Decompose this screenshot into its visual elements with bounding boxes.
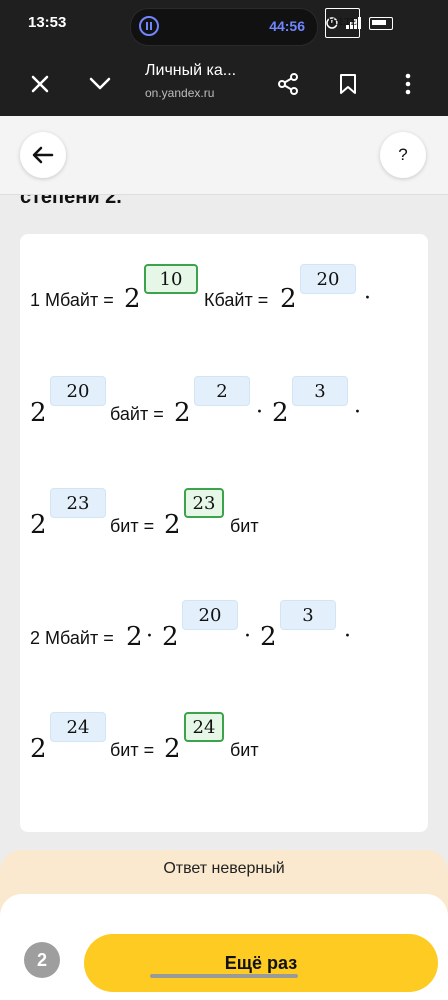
close-icon xyxy=(31,75,49,93)
exponent-input[interactable]: 23 xyxy=(50,488,106,518)
equation-row-1: 1 Мбайт = 2 10 Кбайт = 2 20 · xyxy=(30,264,420,334)
unit-text: бит xyxy=(230,516,259,536)
exponent-input[interactable]: 20 xyxy=(50,376,106,406)
home-indicator[interactable] xyxy=(150,974,298,978)
exponent-input[interactable]: 3 xyxy=(280,600,336,630)
unit-text: бит = xyxy=(110,516,155,536)
task-card: 1 Мбайт = 2 10 Кбайт = 2 20 · 2 20 байт … xyxy=(20,234,428,832)
collapse-button[interactable] xyxy=(82,66,118,102)
bookmark-button[interactable] xyxy=(330,66,366,102)
bookmark-icon xyxy=(340,74,356,94)
unit-text: бит = xyxy=(110,740,155,760)
arrow-left-icon xyxy=(32,146,54,164)
status-bar: 13:53 44:56 VoLTE xyxy=(0,0,448,52)
exponent-input[interactable]: 24 xyxy=(50,712,106,742)
share-button[interactable] xyxy=(270,66,306,102)
equation-row-3: 2 23 бит = 2 23 бит xyxy=(30,488,420,558)
unit-text: бит xyxy=(230,740,259,760)
lesson-navbar: ? xyxy=(0,116,448,195)
base: 2 xyxy=(162,622,179,652)
unit-text: Кбайт = xyxy=(204,290,269,310)
base: 2 xyxy=(30,734,47,764)
multiply-dot: · xyxy=(344,624,351,649)
base: 2 xyxy=(30,510,47,540)
browser-toolbar: Личный ка... on.yandex.ru xyxy=(0,52,448,116)
base: 2 xyxy=(164,510,181,540)
base: 2 xyxy=(174,398,191,428)
exponent-input[interactable]: 2 xyxy=(194,376,250,406)
row-label: 2 Мбайт = xyxy=(30,628,114,648)
page-title: Личный ка... xyxy=(145,62,237,79)
more-menu-button[interactable] xyxy=(390,66,426,102)
base: 2 xyxy=(164,734,181,764)
recording-timer: 44:56 xyxy=(269,18,305,34)
base: 2 xyxy=(124,284,141,314)
row-label: 1 Мбайт = xyxy=(30,290,114,310)
close-tab-button[interactable] xyxy=(22,66,58,102)
status-time: 13:53 xyxy=(28,14,67,31)
exponent-input-correct[interactable]: 23 xyxy=(184,488,224,518)
exponent-input[interactable]: 3 xyxy=(292,376,348,406)
base: 2 xyxy=(280,284,297,314)
base: 2 xyxy=(30,398,47,428)
more-vertical-icon xyxy=(405,73,411,95)
feedback-actions: 2 Ещё раз xyxy=(0,894,448,1000)
exponent-input[interactable]: 20 xyxy=(300,264,356,294)
base: 2 xyxy=(272,398,289,428)
back-button[interactable] xyxy=(20,132,66,178)
help-button[interactable]: ? xyxy=(380,132,426,178)
volte-icon: VoLTE xyxy=(325,8,360,38)
attempt-counter: 2 xyxy=(24,942,60,978)
multiply-dot: · xyxy=(256,400,263,425)
feedback-message: Ответ неверный xyxy=(163,860,285,877)
multiply-dot: · xyxy=(354,400,361,425)
multiply-dot: · xyxy=(364,286,371,311)
equation-row-2: 2 20 байт = 2 2 · 2 3 · xyxy=(30,376,420,446)
multiply-dot: · xyxy=(146,624,153,649)
base: 2 xyxy=(126,622,143,652)
multiply-dot: · xyxy=(244,624,251,649)
battery-icon xyxy=(369,16,393,30)
exponent-input-correct[interactable]: 10 xyxy=(144,264,198,294)
exponent-input[interactable]: 20 xyxy=(182,600,238,630)
equation-row-4: 2 Мбайт = 2 · 2 20 · 2 3 · xyxy=(30,600,420,670)
screen-recorder-pill[interactable]: 44:56 xyxy=(130,8,318,46)
retry-button[interactable]: Ещё раз xyxy=(84,934,438,992)
base: 2 xyxy=(260,622,277,652)
page-url: on.yandex.ru xyxy=(145,86,215,100)
pause-icon[interactable] xyxy=(139,16,159,36)
share-icon xyxy=(278,73,298,95)
status-icons: VoLTE xyxy=(325,8,393,38)
page-content: степени 2. ? 1 Мбайт = 2 10 Кбайт = 2 20… xyxy=(0,116,448,1000)
chevron-down-icon xyxy=(89,77,111,90)
exponent-input-correct[interactable]: 24 xyxy=(184,712,224,742)
equation-row-5: 2 24 бит = 2 24 бит xyxy=(30,712,420,782)
unit-text: байт = xyxy=(110,404,164,424)
